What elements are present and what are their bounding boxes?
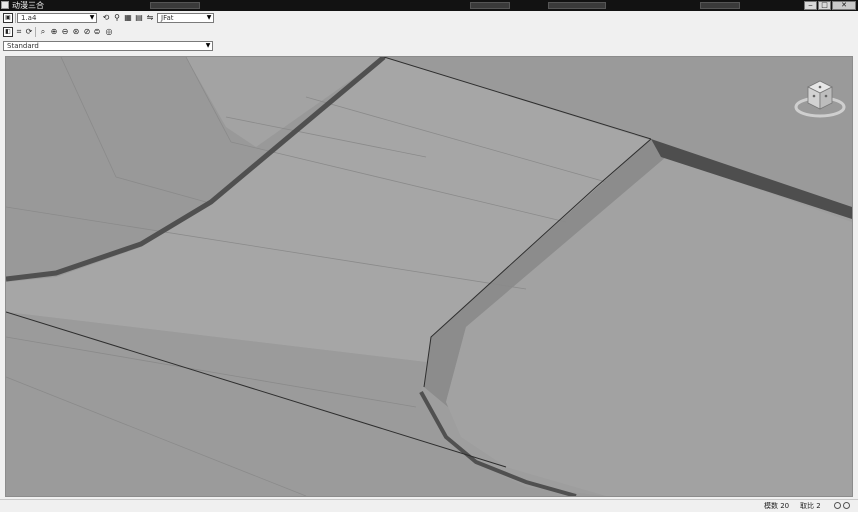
- zoom-extents-icon[interactable]: ⊛: [71, 27, 81, 37]
- refresh-icon[interactable]: ⟲: [101, 13, 111, 23]
- filter-icon[interactable]: ⇋: [145, 13, 155, 23]
- rotate-icon[interactable]: ⟳: [24, 27, 34, 37]
- zoom-prev-icon[interactable]: ⊘: [82, 27, 92, 37]
- taskbar-item: [700, 2, 740, 9]
- view-select-value: 1.a4: [21, 14, 37, 22]
- close-button[interactable]: ✕: [832, 1, 856, 10]
- chevron-down-icon: ▼: [205, 42, 211, 49]
- crop-icon[interactable]: ⌗: [14, 27, 24, 37]
- zoom-window-icon[interactable]: ⌕: [38, 27, 48, 37]
- render-icon[interactable]: ◎: [104, 27, 114, 37]
- 3d-scene[interactable]: [6, 57, 852, 496]
- status-bar: 模数 20 取比 2: [0, 499, 858, 512]
- zoom-in-icon[interactable]: ⊕: [49, 27, 59, 37]
- settings-icon[interactable]: [834, 502, 841, 509]
- taskbar-item: [470, 2, 510, 9]
- search-icon[interactable]: ⚲: [112, 13, 122, 23]
- select-icon[interactable]: ◧: [3, 27, 13, 37]
- status-label-2: 取比 2: [800, 502, 821, 510]
- layer-select[interactable]: JFat ▼: [157, 13, 214, 23]
- minimize-button[interactable]: ‒: [804, 1, 817, 10]
- viewcube-icon[interactable]: [794, 71, 846, 123]
- table-icon[interactable]: ▤: [134, 13, 144, 23]
- window-title: 动漫三合: [12, 1, 44, 10]
- maximize-button[interactable]: □: [818, 1, 831, 10]
- taskbar-item: [548, 2, 606, 9]
- grid-icon[interactable]: ▦: [123, 13, 133, 23]
- toolbar-separator: [15, 13, 16, 23]
- zoom-out-icon[interactable]: ⊖: [60, 27, 70, 37]
- save-icon[interactable]: ▣: [3, 13, 13, 23]
- title-bar: 动漫三合 ‒ □ ✕: [0, 0, 858, 11]
- viewcube-graphic: [794, 80, 846, 118]
- chevron-down-icon: ▼: [89, 14, 95, 21]
- view-select[interactable]: 1.a4 ▼: [17, 13, 97, 23]
- layer-select-value: JFat: [161, 14, 174, 22]
- taskbar-item: [150, 2, 200, 9]
- toolbar-view: ▣ 1.a4 ▼ ⟲ ⚲ ▦ ▤ ⇋ JFat ▼: [0, 12, 858, 25]
- app-icon: [1, 1, 9, 9]
- toolbar-navigation: ◧ ⌗ ⟳ ⌕ ⊕ ⊖ ⊛ ⊘ ⊜ ◎: [0, 26, 858, 39]
- toolbar-separator: [35, 27, 36, 37]
- help-icon[interactable]: [843, 502, 850, 509]
- status-label-1: 模数 20: [764, 502, 790, 510]
- zoom-fit-icon[interactable]: ⊜: [92, 27, 102, 37]
- toolbar-style: Standard ▼: [0, 40, 858, 53]
- 3d-viewport[interactable]: [5, 56, 853, 497]
- style-select-value: Standard: [7, 42, 39, 50]
- style-select[interactable]: Standard ▼: [3, 41, 213, 51]
- chevron-down-icon: ▼: [206, 14, 212, 21]
